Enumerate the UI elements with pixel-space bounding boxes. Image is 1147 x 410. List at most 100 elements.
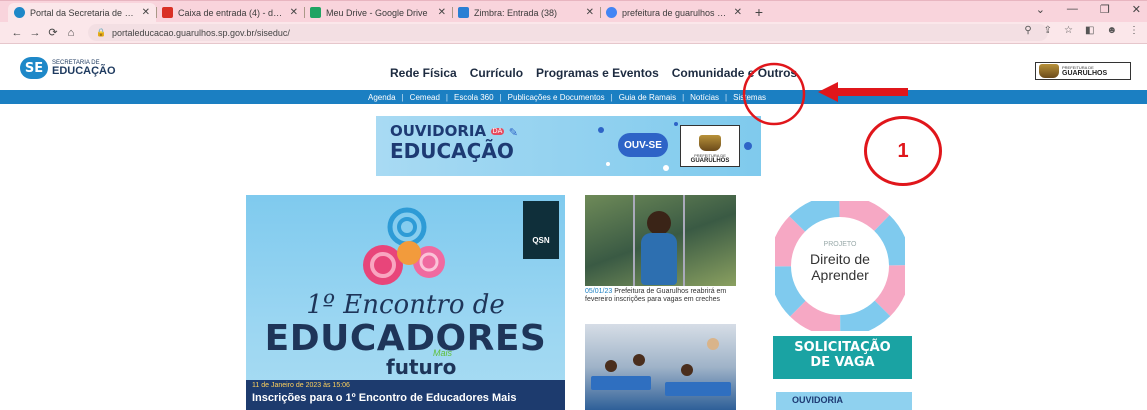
- news-photo-classroom[interactable]: [585, 324, 736, 410]
- close-icon[interactable]: ✕: [142, 7, 150, 18]
- tab-title: Portal da Secretaria de Educação: [30, 7, 137, 18]
- feature-date: 11 de Janeiro de 2023 às 15:06: [252, 382, 350, 389]
- desk: [665, 382, 731, 396]
- home-icon[interactable]: ⌂: [62, 27, 80, 39]
- guarulhos-crest-icon: [699, 135, 721, 151]
- tab-title: Meu Drive - Google Drive: [326, 7, 428, 18]
- google-favicon-icon: [606, 7, 617, 18]
- url-text: portaleducacao.guarulhos.sp.gov.br/sised…: [111, 27, 290, 38]
- tab-google-drive[interactable]: Meu Drive - Google Drive ✕: [304, 3, 452, 22]
- swing-chain: [683, 195, 685, 286]
- gmail-favicon-icon: [162, 7, 173, 18]
- prefeitura-big-text: GUARULHOS: [1062, 69, 1108, 77]
- child-head: [681, 364, 693, 376]
- portal-favicon-icon: [14, 7, 25, 18]
- restore-icon[interactable]: ❐: [1100, 3, 1110, 16]
- reload-icon[interactable]: ⟳: [44, 26, 62, 39]
- tab-google-search[interactable]: prefeitura de guarulhos - Pesquisa ✕: [600, 3, 748, 22]
- share-icon[interactable]: ⇪: [1044, 25, 1052, 36]
- logo-text: SECRETARIA DE EDUCAÇÃO: [52, 60, 116, 77]
- feature-headline-1: 1º Encontro de: [306, 290, 505, 320]
- lock-icon[interactable]: 🔒: [96, 28, 106, 37]
- futuro-logo-text: futuro: [386, 355, 457, 379]
- ouvidoria-banner[interactable]: OUVIDORIA DA ✎ EDUCAÇÃO OUV-SE PREFEITUR…: [376, 116, 761, 176]
- separator: |: [499, 92, 502, 102]
- menu-kebab-icon[interactable]: ⋮: [1129, 25, 1139, 36]
- ouvidoria-small-banner[interactable]: OUVIDORIA: [776, 392, 912, 410]
- toolbar-icons: ⚲ ⇪ ☆ ◧ ☻ ⋮: [1024, 25, 1139, 36]
- tab-title: Caixa de entrada (4) - deborabs: [178, 7, 285, 18]
- wheel-bottom-text: Aprender: [811, 267, 869, 283]
- banner-crest-big: GUARULHOS: [690, 158, 730, 164]
- swing-chain: [633, 195, 635, 286]
- featured-news-card[interactable]: QSN 1º Encontro de EDUCADORES futuro Mai…: [246, 195, 565, 410]
- news-photo-playground[interactable]: [585, 195, 736, 286]
- sidepanel-icon[interactable]: ◧: [1085, 25, 1094, 36]
- drive-favicon-icon: [310, 7, 321, 18]
- subnav-publicacoes[interactable]: Publicações e Documentos: [508, 93, 605, 102]
- separator: |: [725, 92, 728, 102]
- ouv-se-badge: OUV-SE: [618, 133, 668, 157]
- step-number-circle: 1: [864, 116, 942, 186]
- site-header: SE SECRETARIA DE EDUCAÇÃO Rede Física Cu…: [0, 50, 1147, 90]
- forward-icon[interactable]: →: [26, 27, 44, 39]
- tab-title: prefeitura de guarulhos - Pesquisa: [622, 7, 729, 18]
- news-item[interactable]: 05/01/23 Prefeitura de Guarulhos reabrir…: [585, 288, 736, 304]
- browser-tab-bar: Portal da Secretaria de Educação ✕ Caixa…: [0, 0, 1147, 22]
- pencil-icon: ✎: [508, 127, 518, 139]
- solicitacao-vaga-button[interactable]: SOLICITAÇÃO DE VAGA: [773, 336, 912, 379]
- profile-avatar-icon[interactable]: ☻: [1106, 25, 1117, 36]
- zoom-icon[interactable]: ⚲: [1024, 25, 1031, 36]
- futuro-mais-text: Mais: [433, 348, 453, 358]
- nav-curriculo[interactable]: Currículo: [470, 66, 523, 80]
- tab-portal-educacao[interactable]: Portal da Secretaria de Educação ✕: [8, 3, 156, 22]
- nav-comunidade-outros[interactable]: Comunidade e Outros: [672, 66, 797, 80]
- tab-gmail[interactable]: Caixa de entrada (4) - deborabs ✕: [156, 3, 304, 22]
- close-icon[interactable]: ✕: [586, 7, 594, 18]
- logo-badge: SE: [20, 57, 48, 79]
- banner-prefeitura-logo: PREFEITURA DE GUARULHOS: [680, 125, 740, 167]
- desk: [591, 376, 651, 390]
- subnav-guia-ramais[interactable]: Guia de Ramais: [619, 93, 676, 102]
- step-number: 1: [897, 139, 909, 162]
- separator: |: [401, 92, 404, 102]
- close-icon[interactable]: ✕: [734, 7, 742, 18]
- address-bar[interactable]: 🔒 portaleducacao.guarulhos.sp.gov.br/sis…: [88, 24, 1048, 41]
- qsn-badge: QSN: [523, 201, 559, 259]
- ouvidoria-line2: EDUCAÇÃO: [390, 138, 514, 163]
- direito-de-aprender-wheel[interactable]: PROJETO Direito de Aprender: [775, 201, 905, 331]
- tab-search-chevron-icon[interactable]: ⌄: [1036, 3, 1045, 16]
- minimize-icon[interactable]: —: [1067, 3, 1078, 16]
- separator: |: [682, 92, 685, 102]
- subnav-escola-360[interactable]: Escola 360: [454, 93, 494, 102]
- subnav-agenda[interactable]: Agenda: [368, 93, 396, 102]
- prefeitura-logo[interactable]: PREFEITURA DE GUARULHOS: [1035, 62, 1131, 80]
- ouvidoria-da: DA: [490, 128, 505, 136]
- child-head: [633, 354, 645, 366]
- zimbra-favicon-icon: [458, 7, 469, 18]
- nav-rede-fisica[interactable]: Rede Física: [390, 66, 457, 80]
- feature-headline-2: EDUCADORES: [264, 318, 547, 359]
- qsn-text: QSN: [532, 236, 550, 245]
- close-icon[interactable]: ✕: [438, 7, 446, 18]
- child-body: [641, 233, 677, 285]
- tab-zimbra[interactable]: Zimbra: Entrada (38) ✕: [452, 3, 600, 22]
- child-head: [605, 360, 617, 372]
- ouvidoria-line1: OUVIDORIA: [390, 122, 487, 140]
- subnav-cemead[interactable]: Cemead: [410, 93, 440, 102]
- guarulhos-crest-icon: [1039, 64, 1059, 78]
- bookmark-star-icon[interactable]: ☆: [1064, 25, 1073, 36]
- new-tab-plus-icon[interactable]: +: [748, 3, 770, 22]
- close-window-icon[interactable]: ✕: [1132, 3, 1141, 16]
- subnav-sistemas[interactable]: Sistemas: [733, 93, 766, 102]
- solicitacao-line1: SOLICITAÇÃO: [794, 340, 891, 355]
- feature-title[interactable]: Inscrições para o 1º Encontro de Educado…: [252, 392, 559, 404]
- back-icon[interactable]: ←: [8, 27, 26, 39]
- news-date: 05/01/23: [585, 288, 613, 295]
- subnav-noticias[interactable]: Notícias: [690, 93, 719, 102]
- site-logo[interactable]: SE SECRETARIA DE EDUCAÇÃO: [20, 57, 116, 79]
- nav-programas-eventos[interactable]: Programas e Eventos: [536, 66, 659, 80]
- close-icon[interactable]: ✕: [290, 7, 298, 18]
- ouvidoria-small-text: OUVIDORIA: [792, 395, 844, 405]
- wheel-mid-text: Direito de: [810, 251, 870, 267]
